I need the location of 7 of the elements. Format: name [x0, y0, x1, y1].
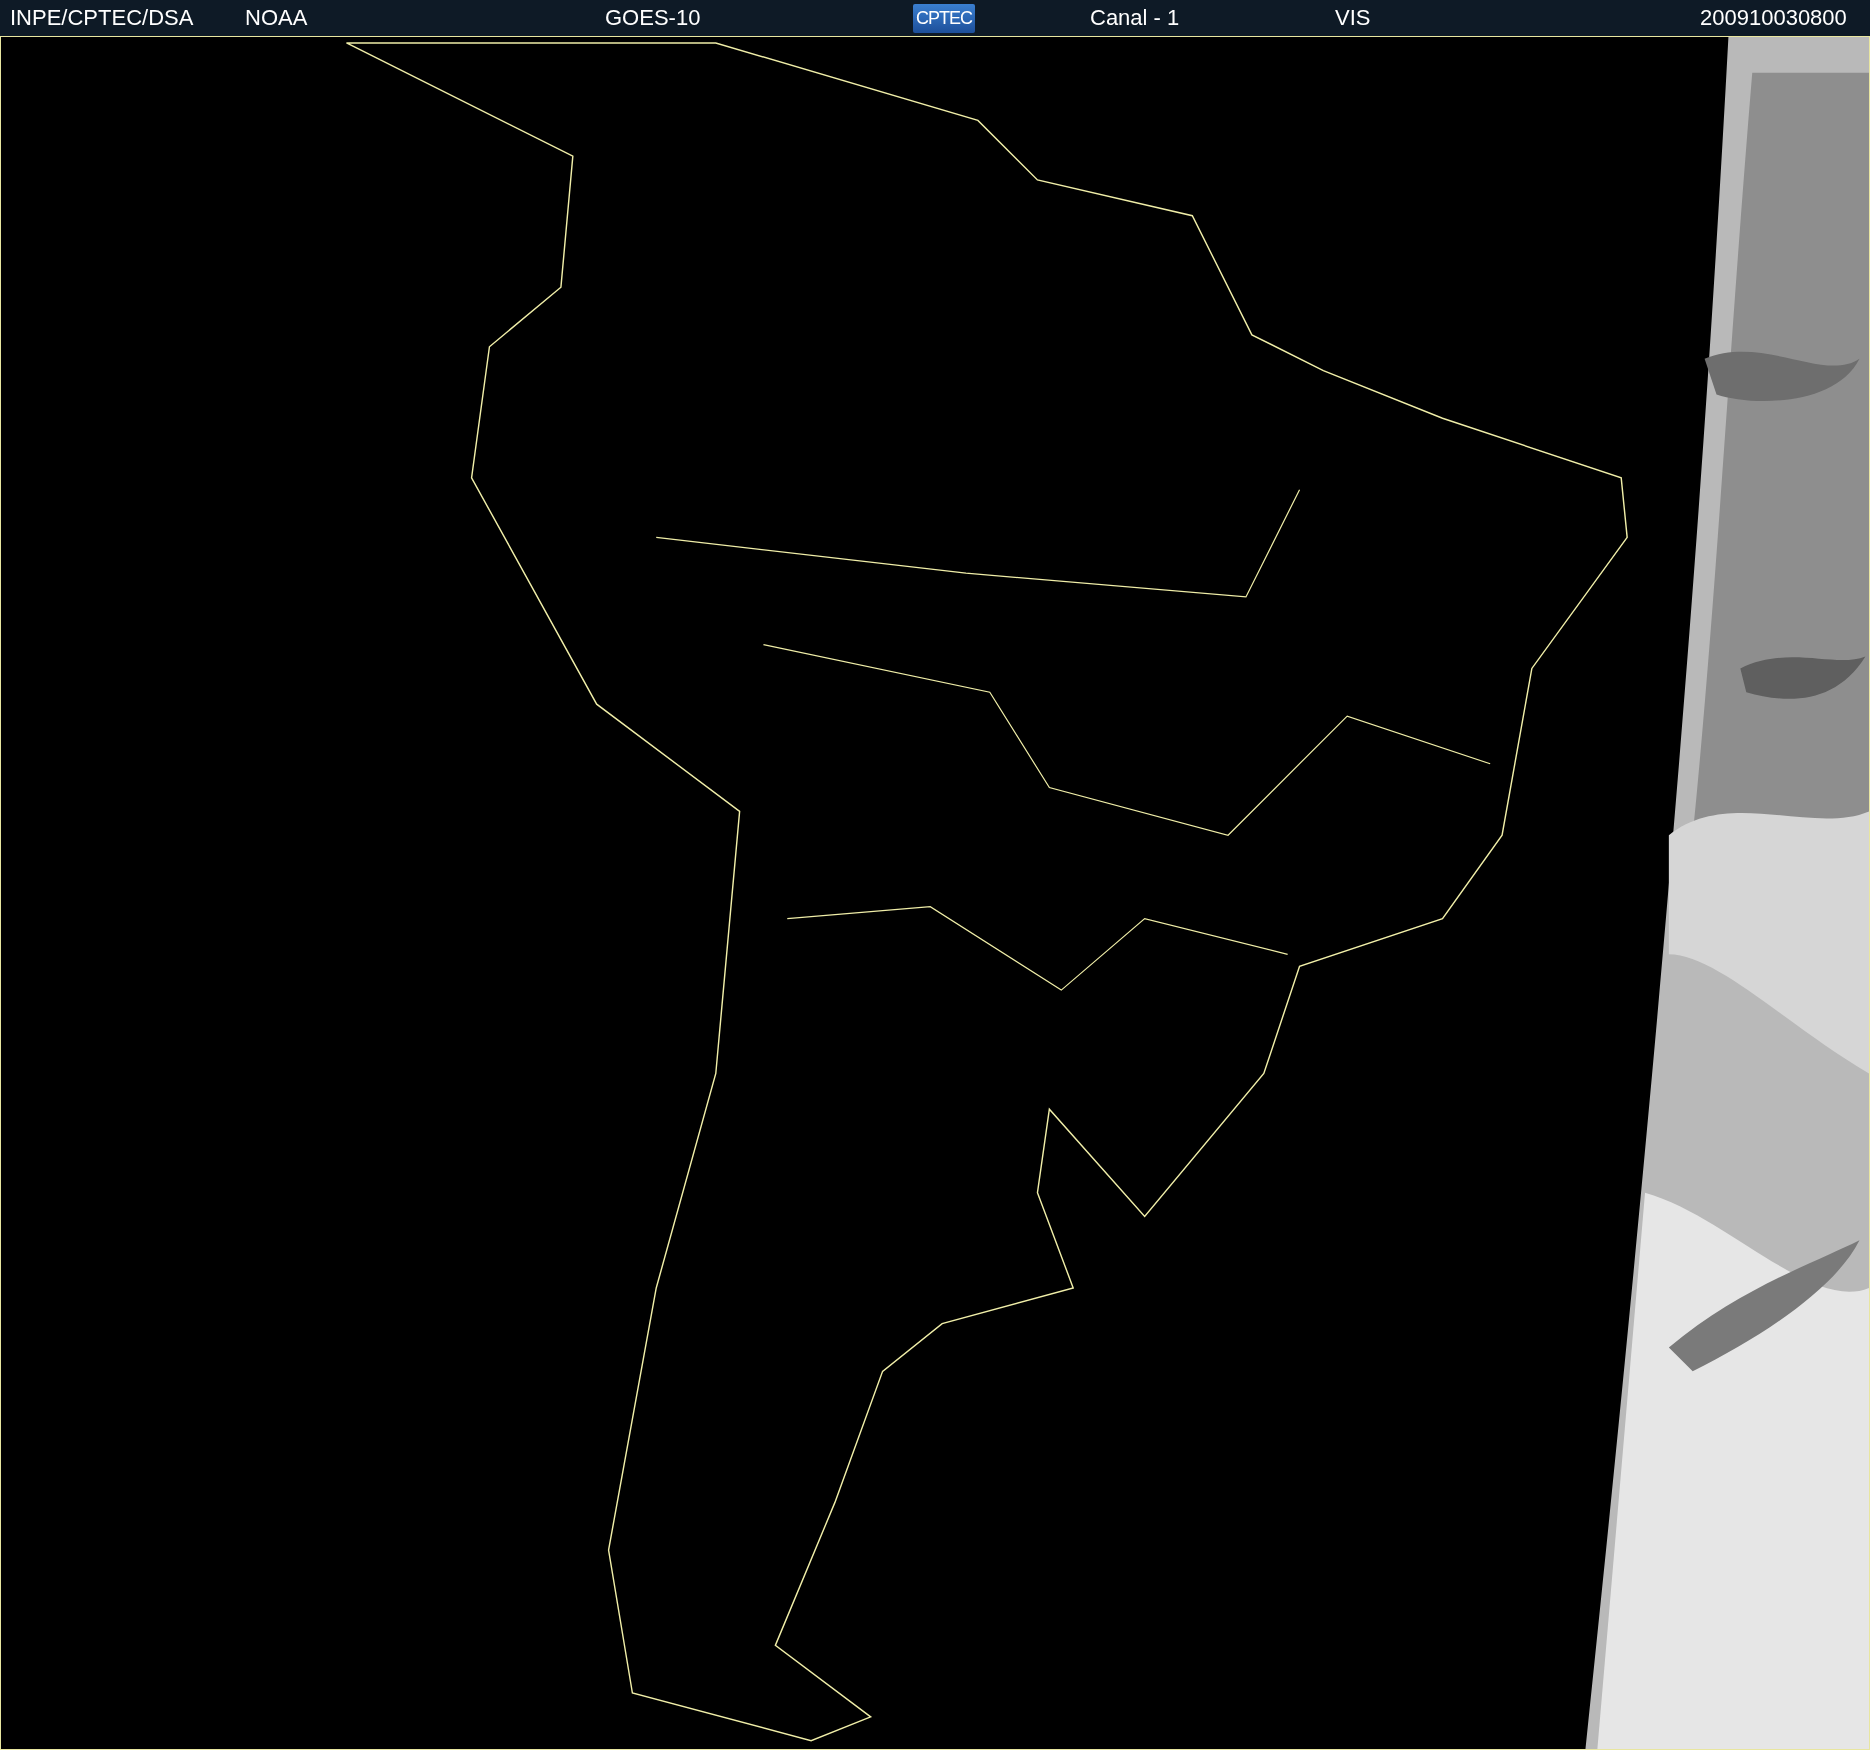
header-label: 200910030800 — [1700, 5, 1847, 31]
header-label: VIS — [1335, 5, 1371, 31]
header-label: INPE/CPTEC/DSA — [10, 5, 194, 31]
logo: CPTEC — [913, 3, 975, 33]
header-label: Canal - 1 — [1090, 5, 1180, 31]
header-label: NOAA — [245, 5, 308, 31]
header-label: GOES-10 — [605, 5, 701, 31]
